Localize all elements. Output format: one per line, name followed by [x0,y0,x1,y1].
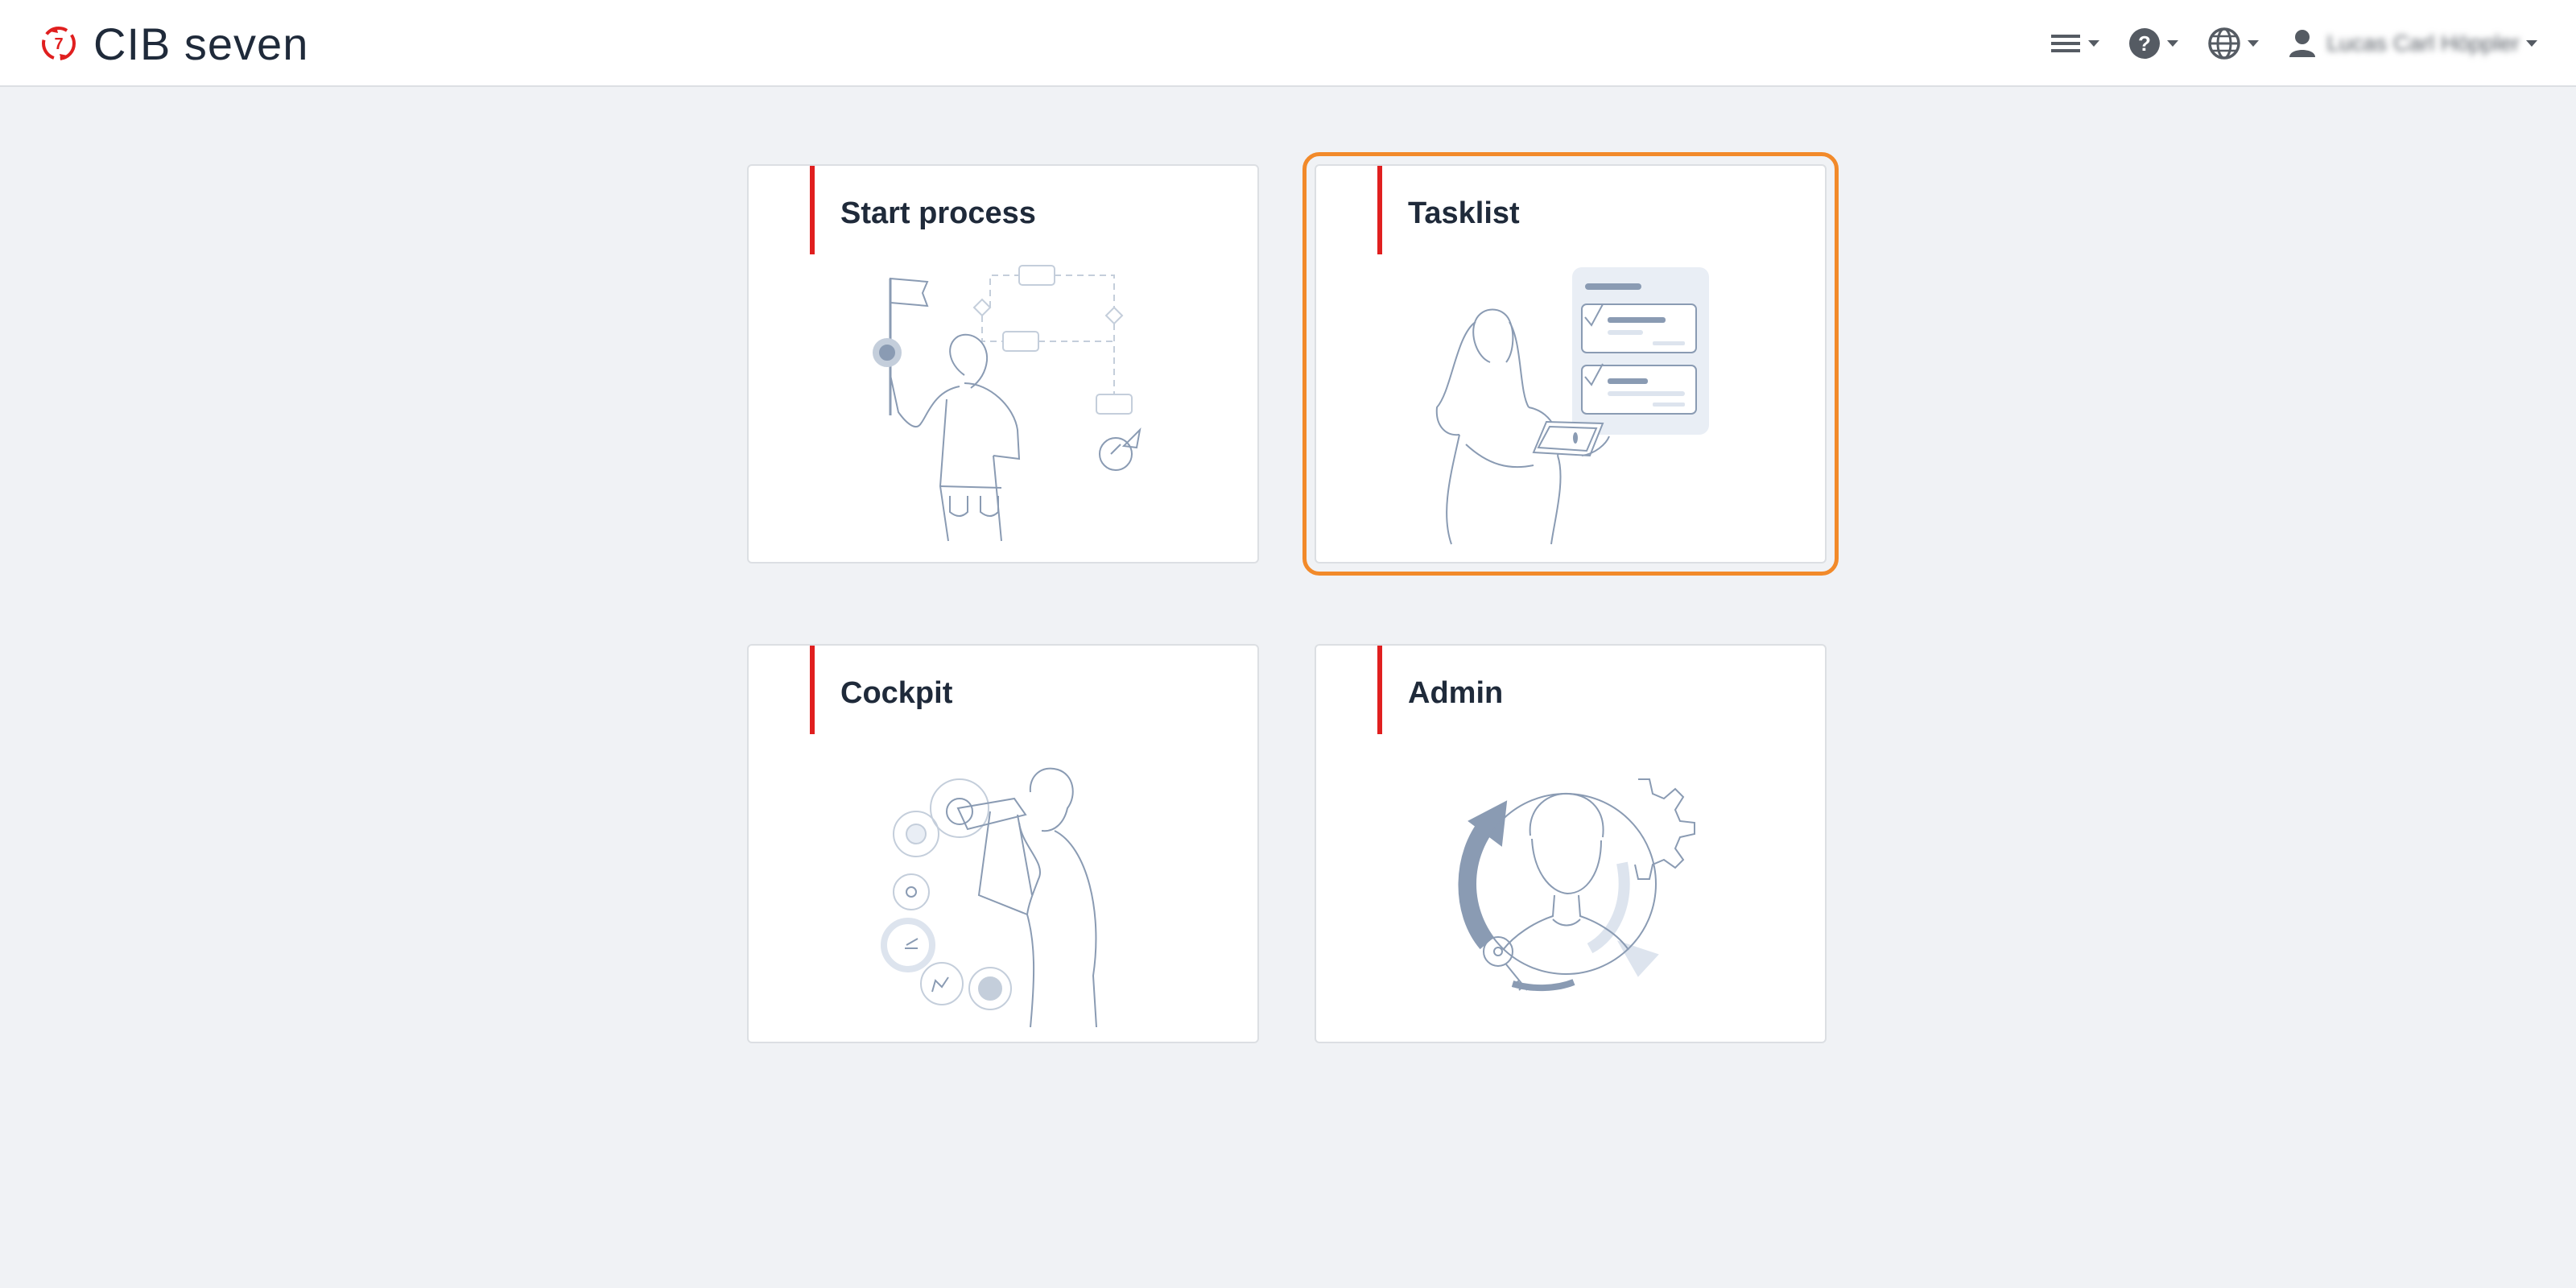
menu-dropdown[interactable] [2050,31,2100,56]
card-title: Cockpit [840,676,953,710]
start-process-card[interactable]: Start process [747,164,1259,564]
woman-with-flag-process-diagram-illustration [873,265,1141,542]
help-dropdown[interactable]: ? [2128,27,2179,60]
card-title: Start process [840,196,1036,230]
card-title: Admin [1408,676,1504,710]
top-navbar: 7 CIB seven ? Lucas Carl Höppler [0,0,2576,87]
man-with-telescope-gears-illustration [881,767,1097,1028]
globe-icon [2208,27,2241,60]
user-name: Lucas Carl Höppler [2326,31,2520,56]
app-title: CIB seven [93,18,309,69]
help-circle-icon: ? [2129,28,2161,59]
admin-card[interactable]: Admin [1315,644,1827,1043]
header-actions: ? Lucas Carl Höppler [2021,21,2537,66]
hamburger-menu-icon [2051,35,2081,52]
card-accent-bar [1377,646,1382,734]
cockpit-card[interactable]: Cockpit [747,644,1259,1043]
svg-text:?: ? [2138,31,2151,56]
card-title: Tasklist [1408,196,1520,230]
card-accent-bar [810,166,815,254]
svg-text:7: 7 [54,35,63,53]
chevron-down-icon [2167,40,2179,47]
person-in-circle-with-gear-and-key-illustration [1458,778,1695,992]
card-accent-bar [1377,166,1382,254]
user-icon [2289,30,2316,57]
chevron-down-icon [2248,40,2260,47]
user-dropdown[interactable]: Lucas Carl Höppler [2288,28,2537,59]
chevron-down-icon [2088,40,2100,47]
tasklist-card[interactable]: Tasklist [1302,152,1839,576]
woman-with-tablet-task-list-illustration [1435,267,1709,545]
language-dropdown[interactable] [2207,27,2260,60]
brand[interactable]: 7 CIB seven [39,18,308,69]
card-accent-bar [810,646,815,734]
chevron-down-icon [2526,40,2537,47]
cib-seven-logo-icon: 7 [42,27,76,60]
